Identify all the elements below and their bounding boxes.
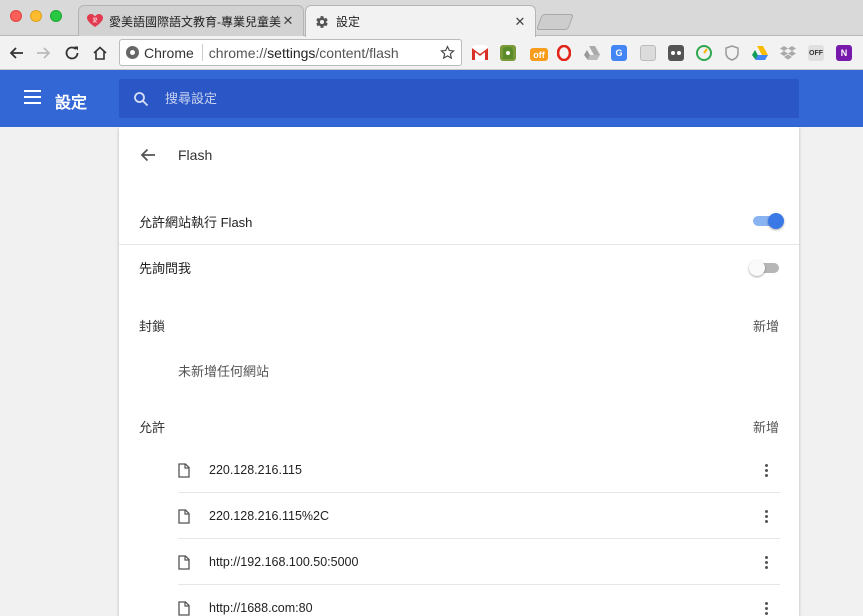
more-vert-icon[interactable] (758, 554, 774, 570)
site-list-item[interactable]: 220.128.216.115%2C (178, 493, 780, 539)
reload-icon (65, 46, 79, 60)
tab-aimeiyu[interactable]: 愛 愛美語國際語文教育-專業兒童美 ✕ (78, 5, 304, 36)
close-tab-icon[interactable]: ✕ (281, 14, 295, 28)
office-off-icon[interactable]: OFF (808, 45, 824, 61)
block-empty-text: 未新增任何網站 (178, 364, 270, 379)
back-arrow-icon[interactable] (139, 146, 157, 164)
off-icon-label: off (533, 49, 545, 60)
allow-section-title: 允許 (139, 420, 166, 435)
settings-title: 設定 (55, 95, 88, 112)
translate-icon[interactable]: G (611, 45, 627, 61)
site-list-item[interactable]: 220.128.216.115 (178, 447, 780, 493)
subpage-header: Flash (119, 127, 799, 183)
ask-first-label: 先詢問我 (139, 260, 192, 276)
calendar-icon[interactable] (640, 45, 656, 61)
site-url: 220.128.216.115%2C (209, 509, 330, 523)
back-arrow-icon (9, 47, 23, 59)
close-tab-icon[interactable]: ✕ (513, 14, 527, 29)
block-add-button[interactable]: 新增 (753, 316, 779, 335)
menu-icon[interactable] (24, 90, 41, 104)
more-vert-icon[interactable] (758, 508, 774, 524)
forward-arrow-icon (37, 47, 51, 59)
opera-icon[interactable] (556, 45, 572, 61)
ask-first-toggle[interactable] (749, 260, 781, 276)
url-scheme: chrome:// (208, 44, 268, 61)
block-section-title: 封鎖 (139, 319, 166, 334)
divider (119, 244, 799, 245)
speedometer-icon[interactable] (696, 45, 712, 61)
url-host: settings (267, 44, 316, 61)
bookmark-star-icon[interactable] (439, 45, 455, 61)
gmail-icon[interactable] (472, 45, 488, 61)
site-url: 220.128.216.115 (209, 463, 302, 477)
browser-window: 愛 愛美語國際語文教育-專業兒童美 ✕ 設定 ✕ Chrome chrome:/… (0, 0, 863, 616)
aimeiyu-logo-icon: 愛 (87, 13, 103, 29)
more-vert-icon[interactable] (758, 462, 774, 478)
site-list-item[interactable]: http://1688.com:80 (178, 585, 780, 616)
back-button[interactable] (5, 42, 27, 64)
office-off-label: OFF (809, 49, 823, 57)
allow-flash-toggle[interactable] (753, 213, 784, 229)
forward-button[interactable] (33, 42, 55, 64)
onenote-label: N (840, 48, 848, 58)
tab-title: 設定 (336, 15, 361, 29)
svg-text:愛: 愛 (92, 17, 97, 24)
shield-icon[interactable] (724, 45, 740, 61)
page-title: Flash (178, 147, 213, 163)
evernote-icon[interactable] (500, 45, 516, 61)
site-url: http://1688.com:80 (209, 601, 313, 615)
site-chip[interactable]: Chrome (126, 44, 203, 61)
settings-header: 設定 (0, 70, 863, 127)
home-button[interactable] (89, 42, 111, 64)
onenote-icon[interactable]: N (836, 45, 852, 61)
more-vert-icon[interactable] (758, 600, 774, 616)
home-icon (93, 46, 107, 60)
new-tab-button[interactable] (536, 14, 574, 30)
site-chip-label: Chrome (144, 44, 194, 61)
zoom-window-button[interactable] (50, 10, 62, 22)
address-bar[interactable]: Chrome chrome://settings/content/flash (119, 39, 462, 66)
url-path: /content/flash (315, 44, 399, 61)
tasks-icon[interactable] (668, 45, 684, 61)
file-icon (178, 508, 190, 524)
chrome-icon (126, 46, 139, 59)
browser-toolbar: Chrome chrome://settings/content/flash o… (0, 36, 863, 70)
reload-button[interactable] (61, 42, 83, 64)
ask-first-row[interactable]: 先詢問我 (119, 249, 799, 285)
search-input[interactable] (165, 91, 799, 106)
settings-search[interactable] (119, 79, 799, 118)
site-list-item[interactable]: http://192.168.100.50:5000 (178, 539, 780, 585)
url-text[interactable]: chrome://settings/content/flash (209, 45, 439, 61)
gear-icon (314, 14, 330, 30)
minimize-window-button[interactable] (30, 10, 42, 22)
dropbox-icon[interactable] (780, 45, 796, 61)
search-icon (134, 91, 149, 106)
allow-flash-row[interactable]: 允許網站執行 Flash (119, 203, 799, 239)
file-icon (178, 462, 190, 478)
allow-add-button[interactable]: 新增 (753, 417, 779, 436)
google-drive-icon[interactable] (752, 45, 768, 61)
site-url: http://192.168.100.50:5000 (209, 555, 359, 569)
close-window-button[interactable] (10, 10, 22, 22)
tab-strip: 愛 愛美語國際語文教育-專業兒童美 ✕ 設定 ✕ (0, 0, 863, 37)
tab-title: 愛美語國際語文教育-專業兒童美 (109, 14, 281, 29)
file-icon (178, 554, 190, 570)
tab-settings[interactable]: 設定 ✕ (305, 5, 536, 37)
allow-flash-label: 允許網站執行 Flash (139, 214, 253, 230)
flash-settings-card: Flash 允許網站執行 Flash 先詢問我 封鎖 新增 未新增任何網站 允許… (119, 127, 799, 616)
off-icon[interactable]: off (530, 48, 548, 61)
drive-gray-icon[interactable] (584, 45, 600, 61)
file-icon (178, 600, 190, 616)
